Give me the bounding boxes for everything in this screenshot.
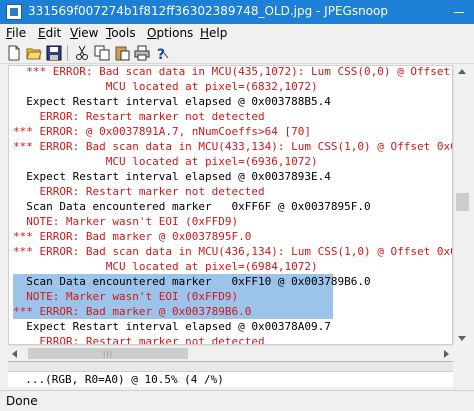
log-line: ERROR: Restart marker not detected (13, 185, 265, 198)
svg-text:?: ? (157, 47, 165, 61)
log-line: MCU located at pixel=(6832,1072) (13, 80, 318, 93)
log-view[interactable]: *** ERROR: Bad scan data in MCU(435,1072… (8, 65, 453, 345)
log-line: *** ERROR: Bad marker @ 0x0037895F.0 (13, 230, 252, 243)
log-line: *** ERROR: Bad marker @ 0x003789B6.0 (13, 304, 333, 319)
log-line: Scan Data encountered marker 0xFF10 @ 0x… (13, 274, 371, 289)
title-bar: 331569f007274b1f812ff36302389748_OLD.jpg… (0, 0, 474, 24)
log-line: MCU located at pixel=(6936,1072) (13, 155, 318, 168)
menu-file[interactable]: File (6, 26, 26, 40)
log-line: ERROR: Restart marker not detected (13, 335, 265, 345)
log-line: NOTE: Marker wasn't EOI (0xFFD9) (13, 289, 333, 304)
cut-icon[interactable] (74, 45, 90, 61)
log-line: Expect Restart interval elapsed @ 0x0037… (13, 320, 331, 333)
log-line: *** ERROR: Bad scan data in MCU(433,134)… (13, 140, 452, 153)
scroll-thumb[interactable] (456, 193, 469, 211)
status-text: Done (6, 394, 38, 408)
open-folder-icon[interactable] (26, 45, 42, 61)
new-file-icon[interactable] (6, 45, 22, 61)
toolbar: ? (0, 42, 474, 64)
scroll-down-icon[interactable] (458, 336, 466, 341)
log-line: Scan Data encountered marker 0xFF6F @ 0x… (13, 200, 371, 213)
menu-options[interactable]: Options (147, 26, 193, 40)
image-pane-text: ...(RGB, R0=A0) @ 10.5% (4 /%) (12, 373, 224, 386)
scroll-right-icon[interactable] (444, 350, 449, 358)
log-line: *** ERROR: Bad scan data in MCU(436,134)… (13, 245, 452, 258)
log-line: MCU located at pixel=(6984,1072) (13, 260, 318, 273)
menu-view[interactable]: View (70, 26, 98, 40)
help-icon[interactable]: ? (154, 45, 170, 63)
minimize-button[interactable] (444, 0, 474, 24)
image-pane: ...(RGB, R0=A0) @ 10.5% (4 /%) (8, 371, 453, 387)
menu-edit[interactable]: Edit (38, 26, 61, 40)
splitter[interactable] (8, 361, 453, 371)
menu-tools[interactable]: Tools (106, 26, 136, 40)
window-title: 331569f007274b1f812ff36302389748_OLD.jpg… (28, 4, 388, 18)
log-line: *** ERROR: Bad scan data in MCU(435,1072… (26, 65, 451, 78)
log-line: NOTE: Marker wasn't EOI (0xFFD9) (13, 215, 239, 228)
horizontal-scrollbar[interactable]: ||| (8, 345, 453, 361)
menu-bar: File Edit View Tools Options Help (0, 24, 474, 42)
paste-icon[interactable] (114, 45, 130, 61)
menu-help[interactable]: Help (200, 26, 227, 40)
save-icon[interactable] (46, 45, 62, 61)
log-line: ERROR: Restart marker not detected (13, 110, 265, 123)
log-line: *** ERROR: @ 0x0037891A.7, nNumCoeffs>64… (13, 125, 312, 138)
toolbar-separator (67, 45, 68, 61)
status-bar: Done (0, 390, 474, 411)
app-icon (6, 4, 22, 20)
log-line: Expect Restart interval elapsed @ 0x0037… (13, 170, 331, 183)
scroll-left-icon[interactable] (12, 350, 17, 358)
copy-icon[interactable] (94, 45, 110, 61)
image-pane-scrollbar[interactable] (453, 371, 470, 387)
log-line: Expect Restart interval elapsed @ 0x0037… (13, 95, 331, 108)
vertical-scrollbar[interactable] (453, 65, 470, 345)
print-icon[interactable] (134, 45, 150, 61)
grip-icon: ||| (103, 350, 114, 358)
scroll-up-icon[interactable] (458, 69, 466, 74)
